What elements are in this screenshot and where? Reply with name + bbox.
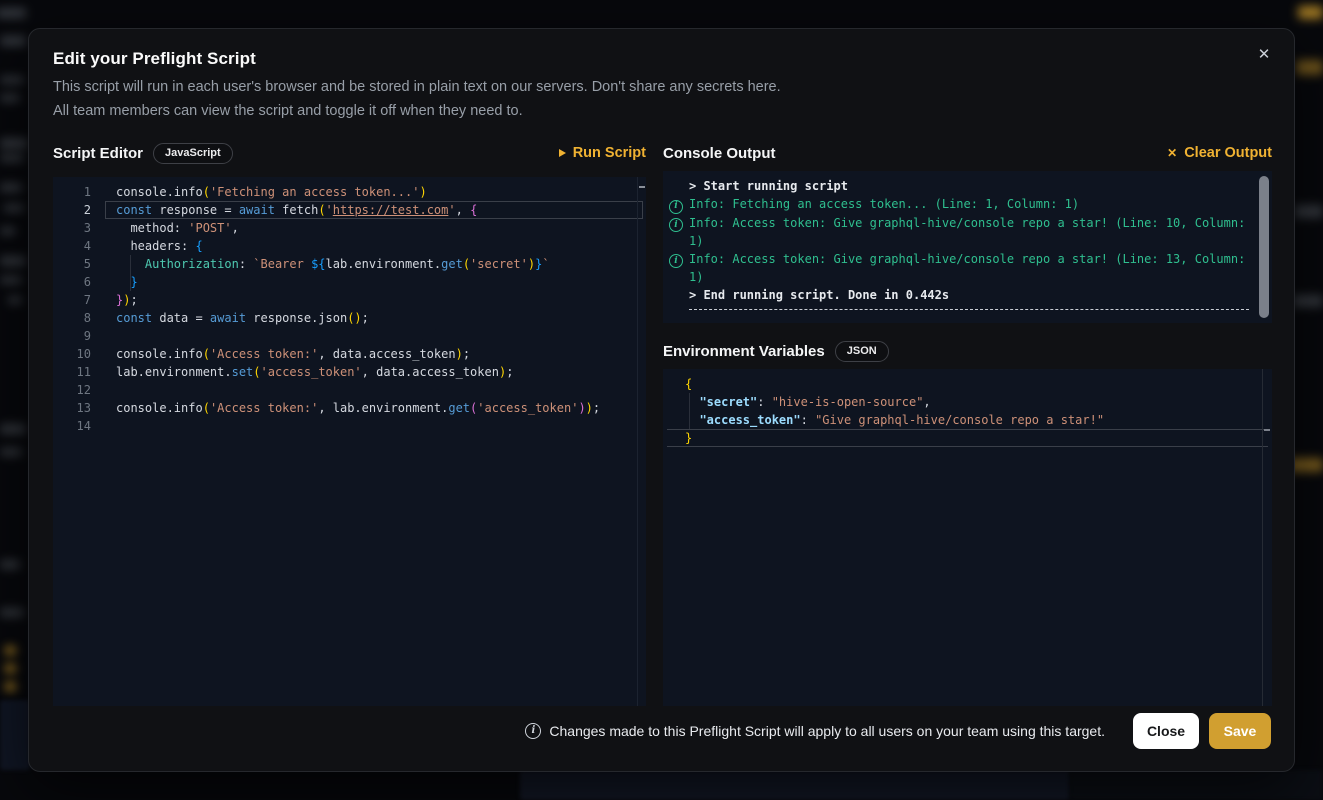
backdrop-blur-shape xyxy=(1070,770,1323,800)
environment-variables-label: Environment Variables xyxy=(663,343,825,360)
code-line[interactable]: 5 Authorization: `Bearer ${lab.environme… xyxy=(53,255,646,273)
code-line[interactable]: 1console.info('Fetching an access token.… xyxy=(53,183,646,201)
clear-output-label: Clear Output xyxy=(1184,145,1272,161)
console-entry: > Start running script xyxy=(669,177,1250,195)
backdrop-blur-shape xyxy=(0,448,22,456)
code-line[interactable]: 9 xyxy=(53,327,646,345)
modal-description: This script will run in each user's brow… xyxy=(53,75,781,123)
code-line[interactable]: 10console.info('Access token:', data.acc… xyxy=(53,345,646,363)
console-entry: > End running script. Done in 0.442s xyxy=(669,286,1250,304)
page-title: Edit your Preflight Script xyxy=(53,49,256,69)
modal-description-line2: All team members can view the script and… xyxy=(53,99,781,123)
backdrop-blur-shape xyxy=(0,256,26,266)
code-line[interactable]: 6 } xyxy=(53,273,646,291)
env-line[interactable]: "secret": "hive-is-open-source", xyxy=(685,393,1272,411)
console-scrollbar-thumb[interactable] xyxy=(1259,176,1269,318)
console-scrollbar[interactable] xyxy=(1259,176,1269,318)
run-script-label: Run Script xyxy=(573,145,646,161)
backdrop-blur-shape xyxy=(4,204,24,212)
code-line[interactable]: 3 method: 'POST', xyxy=(53,219,646,237)
run-script-button[interactable]: Run Script xyxy=(559,145,646,161)
backdrop-blur-shape xyxy=(0,183,22,192)
env-editor-lines: { "secret": "hive-is-open-source", "acce… xyxy=(663,369,1272,447)
preflight-script-modal: ✕ Edit your Preflight Script This script… xyxy=(28,28,1295,772)
code-line[interactable]: 12 xyxy=(53,381,646,399)
backdrop-blur-shape xyxy=(5,646,16,655)
backdrop-blur-shape xyxy=(5,682,16,691)
backdrop-blur-shape xyxy=(0,608,24,617)
play-icon xyxy=(559,149,566,157)
info-circle-icon: i xyxy=(669,218,683,232)
overview-ruler-mark xyxy=(1264,429,1270,431)
code-editor-lines: 1console.info('Fetching an access token.… xyxy=(53,177,646,435)
code-line[interactable]: 13console.info('Access token:', lab.envi… xyxy=(53,399,646,417)
backdrop-blur-shape xyxy=(0,94,20,102)
code-line[interactable]: 2const response = await fetch('https://t… xyxy=(53,201,646,219)
info-circle-icon: i xyxy=(669,200,683,214)
script-editor-label: Script Editor xyxy=(53,145,143,162)
env-line[interactable]: "access_token": "Give graphql-hive/conso… xyxy=(685,411,1272,429)
console-entry: iInfo: Access token: Give graphql-hive/c… xyxy=(669,250,1250,286)
backdrop-blur-shape xyxy=(0,700,30,770)
json-badge: JSON xyxy=(835,341,889,362)
indent-guide xyxy=(130,255,131,291)
backdrop-blur-shape xyxy=(0,560,20,569)
backdrop-blur-shape xyxy=(0,36,26,46)
indent-guide xyxy=(689,393,690,429)
console-output-panel: > Start running scriptiInfo: Fetching an… xyxy=(663,171,1272,323)
backdrop-blur-shape xyxy=(5,664,16,673)
console-entry: iInfo: Access token: Give graphql-hive/c… xyxy=(669,214,1250,250)
backdrop-blur-shape xyxy=(8,296,22,304)
close-button[interactable]: Close xyxy=(1133,713,1199,749)
console-entry: iInfo: Fetching an access token... (Line… xyxy=(669,195,1250,214)
modal-description-line1: This script will run in each user's brow… xyxy=(53,75,781,99)
footer-note-text: Changes made to this Preflight Script wi… xyxy=(549,723,1105,739)
console-entries: > Start running scriptiInfo: Fetching an… xyxy=(669,177,1250,304)
info-circle-icon: i xyxy=(669,254,683,268)
backdrop-blur-shape xyxy=(0,276,22,284)
backdrop-blur-shape xyxy=(0,76,24,84)
language-badge: JavaScript xyxy=(153,143,233,164)
backdrop-blur-shape xyxy=(0,138,28,149)
env-editor-scrollbar[interactable] xyxy=(1262,369,1263,706)
env-line[interactable]: } xyxy=(685,429,1272,447)
backdrop-blur-shape xyxy=(1298,6,1323,19)
close-icon[interactable]: ✕ xyxy=(1254,45,1274,65)
code-line[interactable]: 8const data = await response.json(); xyxy=(53,309,646,327)
backdrop-blur-shape xyxy=(0,8,26,18)
editor-scrollbar[interactable] xyxy=(637,177,638,706)
console-separator xyxy=(689,309,1250,310)
code-line[interactable]: 14 xyxy=(53,417,646,435)
console-output-label: Console Output xyxy=(663,145,776,162)
env-line[interactable]: { xyxy=(685,375,1272,393)
info-circle-icon: i xyxy=(525,723,541,739)
backdrop-blur-shape xyxy=(1292,295,1323,307)
backdrop-blur-shape xyxy=(0,154,24,162)
clear-output-button[interactable]: ✕ Clear Output xyxy=(1167,145,1272,161)
overview-ruler-mark xyxy=(639,186,645,188)
backdrop-blur-shape xyxy=(1294,205,1323,218)
code-line[interactable]: 4 headers: { xyxy=(53,237,646,255)
backdrop-blur-shape xyxy=(0,424,26,434)
save-button[interactable]: Save xyxy=(1209,713,1271,749)
code-line[interactable]: 7}); xyxy=(53,291,646,309)
env-variables-editor[interactable]: { "secret": "hive-is-open-source", "acce… xyxy=(663,369,1272,706)
backdrop-blur-shape xyxy=(0,227,16,235)
code-line[interactable]: 11lab.environment.set('access_token', da… xyxy=(53,363,646,381)
footer-note: i Changes made to this Preflight Script … xyxy=(525,723,1105,739)
backdrop-blur-shape xyxy=(520,770,1070,800)
clear-icon: ✕ xyxy=(1167,147,1177,159)
script-code-editor[interactable]: 1console.info('Fetching an access token.… xyxy=(53,177,646,706)
backdrop-blur-shape xyxy=(1296,60,1323,75)
